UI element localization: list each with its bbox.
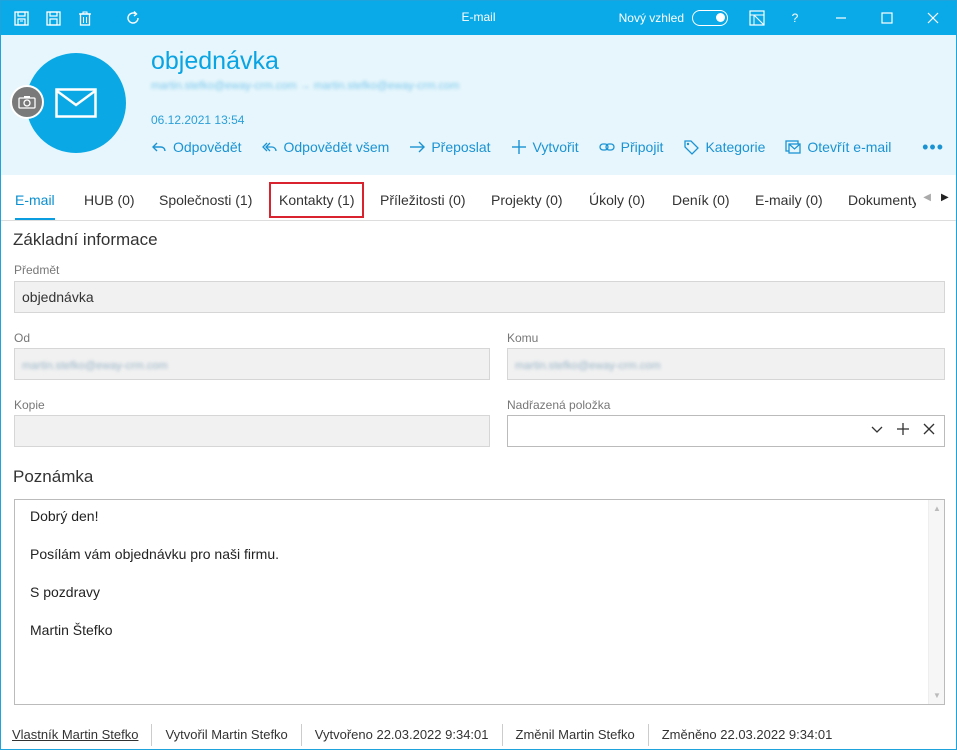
email-date: 06.12.2021 13:54 [151, 113, 245, 127]
note-line: S pozdravy [30, 584, 101, 600]
tab-email[interactable]: E-mail [15, 183, 55, 220]
envelope-icon [55, 88, 97, 118]
action-bar: Odpovědět Odpovědět všem Přeposlat Vytvo… [151, 139, 891, 155]
reply-icon [152, 142, 166, 152]
tab-scroll-right-icon[interactable]: ▶ [941, 192, 949, 203]
new-look-label: Nový vzhled [618, 11, 684, 25]
tab-companies[interactable]: Společnosti (1) [159, 183, 252, 217]
tab-emails[interactable]: E-maily (0) [755, 183, 823, 217]
email-header: objednávka martin.stefko@eway-crm.com → … [1, 35, 956, 175]
attach-button[interactable]: Připojit [599, 139, 664, 155]
open-email-label: Otevřít e-mail [807, 139, 892, 155]
to-label: Komu [507, 331, 539, 345]
create-label: Vytvořit [532, 139, 579, 155]
tab-journal[interactable]: Deník (0) [672, 183, 730, 217]
status-footer: Vlastník Martin Stefko Vytvořil Martin S… [1, 721, 956, 749]
from-field[interactable]: martin.stefko@eway-crm.com [14, 348, 490, 380]
to-field[interactable]: martin.stefko@eway-crm.com [507, 348, 945, 380]
tag-icon [684, 140, 700, 155]
scroll-up-icon[interactable]: ▲ [933, 504, 941, 513]
email-addresses: martin.stefko@eway-crm.com → martin.stef… [151, 80, 460, 92]
maximize-icon[interactable] [864, 1, 910, 35]
reply-label: Odpovědět [173, 139, 242, 155]
from-label: Od [14, 331, 31, 345]
parent-item-combo[interactable] [507, 415, 945, 447]
toggle-knob [716, 13, 725, 22]
owner-link[interactable]: Vlastník Martin Stefko [1, 724, 153, 746]
from-value: martin.stefko@eway-crm.com [22, 360, 168, 372]
reply-button[interactable]: Odpovědět [151, 139, 242, 155]
tab-contacts[interactable]: Kontakty (1) [269, 182, 365, 218]
open-email-button[interactable]: Otevřít e-mail [785, 139, 891, 155]
tab-hub[interactable]: HUB (0) [84, 183, 135, 217]
reply-all-icon [261, 142, 277, 152]
link-icon [599, 143, 615, 151]
tab-documents[interactable]: Dokumenty [848, 183, 919, 217]
clear-icon[interactable] [922, 422, 936, 436]
window-controls: Nový vzhled ? [619, 1, 956, 35]
camera-icon[interactable] [10, 85, 44, 119]
attach-label: Připojit [620, 139, 664, 155]
changed-at: Změněno 22.03.2022 9:34:01 [661, 727, 833, 742]
category-button[interactable]: Kategorie [683, 139, 765, 155]
parent-item-actions [870, 422, 936, 436]
parent-item-label: Nadřazená položka [507, 398, 611, 412]
chevron-down-icon[interactable] [870, 422, 884, 436]
new-look-toggle[interactable] [692, 10, 728, 26]
forward-button[interactable]: Přeposlat [409, 139, 491, 155]
email-window: E-mail Nový vzhled ? objednávka martin.s… [0, 0, 957, 750]
note-scrollbar[interactable]: ▲ ▼ [928, 500, 944, 704]
note-line: Dobrý den! [30, 508, 99, 524]
plus-icon [511, 140, 526, 154]
plus-icon[interactable] [896, 422, 910, 436]
cc-field[interactable] [14, 415, 490, 447]
minimize-icon[interactable] [818, 1, 864, 35]
tab-scroll-left-icon[interactable]: ◀ [923, 192, 931, 203]
tab-scroll-arrows: ◀ ▶ [916, 175, 956, 220]
subject-label: Předmět [14, 263, 60, 277]
more-actions-button[interactable]: ••• [922, 138, 944, 156]
tab-bar: E-mail HUB (0) Společnosti (1) Kontakty … [1, 175, 956, 221]
created-by: Vytvořil Martin Stefko [152, 724, 302, 746]
forward-icon [410, 141, 426, 153]
created-at: Vytvořeno 22.03.2022 9:34:01 [302, 724, 503, 746]
cc-label: Kopie [14, 398, 45, 412]
reply-all-button[interactable]: Odpovědět všem [261, 139, 390, 155]
note-heading: Poznámka [13, 467, 94, 486]
tab-tasks[interactable]: Úkoly (0) [589, 183, 645, 217]
reply-all-label: Odpovědět všem [283, 139, 390, 155]
category-label: Kategorie [705, 139, 766, 155]
forward-label: Přeposlat [431, 139, 491, 155]
note-line: Posílám vám objednávku pro naši firmu. [30, 546, 279, 562]
open-mail-icon [785, 140, 802, 154]
help-button[interactable]: ? [772, 1, 818, 35]
title-bar: E-mail Nový vzhled ? [1, 1, 956, 35]
create-button[interactable]: Vytvořit [511, 139, 579, 155]
to-value: martin.stefko@eway-crm.com [515, 360, 661, 372]
basic-info-heading: Základní informace [13, 230, 158, 249]
close-icon[interactable] [910, 1, 956, 35]
tab-projects[interactable]: Projekty (0) [491, 183, 563, 217]
subject-field[interactable]: objednávka [14, 281, 945, 313]
note-line: Martin Štefko [30, 622, 113, 638]
tab-opportunities[interactable]: Příležitosti (0) [380, 183, 466, 217]
scroll-down-icon[interactable]: ▼ [933, 691, 941, 700]
note-editor[interactable]: Dobrý den! Posílám vám objednávku pro na… [14, 499, 945, 705]
email-subject-title: objednávka [151, 47, 279, 75]
layout-icon[interactable] [742, 1, 772, 35]
changed-by: Změnil Martin Stefko [503, 724, 649, 746]
